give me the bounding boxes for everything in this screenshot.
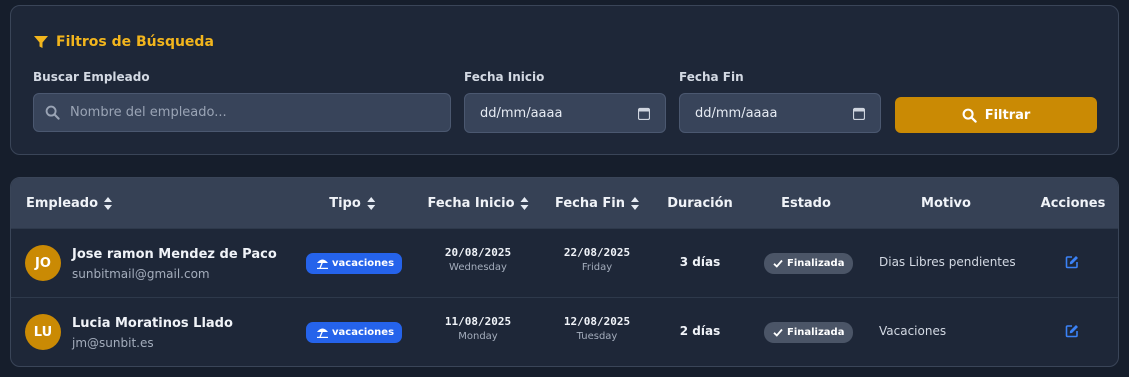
status-badge: Finalizada	[764, 253, 854, 274]
start-weekday: Monday	[458, 331, 498, 342]
table-header: Empleado Tipo Fecha Inicio Fecha Fin Dur…	[11, 178, 1118, 228]
end-date: 12/08/2025	[563, 315, 631, 328]
calendar-icon[interactable]	[638, 107, 650, 120]
end-date-input[interactable]: dd/mm/aaaa	[679, 93, 881, 133]
filter-title: Filtros de Búsqueda	[33, 34, 214, 50]
duration: 2 días	[679, 324, 721, 338]
end-date-cell: 12/08/2025 Tuesday	[542, 315, 652, 342]
table-row: JO Jose ramon Mendez de Paco sunbitmail@…	[11, 228, 1118, 297]
column-header-fecha-fin[interactable]: Fecha Fin	[554, 178, 640, 228]
status-badge: Finalizada	[764, 322, 854, 343]
duration: 3 días	[679, 255, 721, 269]
status-badge-label: Finalizada	[787, 258, 845, 269]
column-header-label: Acciones	[1040, 195, 1106, 211]
sort-icon[interactable]	[631, 196, 640, 210]
check-icon	[773, 259, 783, 268]
end-weekday: Friday	[581, 262, 613, 273]
reason: Vacaciones	[879, 324, 947, 338]
employee-email: sunbitmail@gmail.com	[72, 267, 210, 281]
start-date-value: dd/mm/aaaa	[480, 105, 563, 121]
filter-icon	[34, 36, 48, 48]
filter-title-text: Filtros de Búsqueda	[56, 34, 214, 50]
employee-name: Lucia Moratinos Llado	[72, 316, 233, 331]
start-date-cell: 20/08/2025 Wednesday	[423, 246, 533, 273]
column-header-label: Motivo	[921, 195, 971, 211]
beach-umbrella-icon	[317, 259, 328, 269]
column-header-label: Tipo	[329, 195, 361, 211]
check-icon	[773, 328, 783, 337]
column-header-label: Fecha Fin	[554, 195, 626, 211]
employee-email: jm@sunbit.es	[72, 336, 154, 350]
type-badge-label: vacaciones	[332, 327, 395, 338]
start-weekday: Wednesday	[449, 262, 507, 273]
avatar: JO	[25, 245, 61, 281]
type-badge: vacaciones	[306, 253, 403, 274]
start-date: 11/08/2025	[444, 315, 512, 328]
search-icon	[45, 105, 60, 120]
column-header-fecha-inicio[interactable]: Fecha Inicio	[427, 178, 529, 228]
filter-button[interactable]: Filtrar	[895, 97, 1097, 133]
column-header-motivo: Motivo	[921, 178, 971, 228]
sort-icon[interactable]	[104, 196, 113, 210]
column-header-duracion: Duración	[667, 178, 733, 228]
calendar-icon[interactable]	[853, 107, 865, 120]
type-badge-label: vacaciones	[332, 258, 395, 269]
sort-icon[interactable]	[366, 196, 375, 210]
end-date: 22/08/2025	[563, 246, 631, 259]
column-header-label: Duración	[667, 195, 733, 211]
vacations-table: Empleado Tipo Fecha Inicio Fecha Fin Dur…	[10, 177, 1119, 367]
column-header-label: Empleado	[26, 195, 99, 211]
end-weekday: Tuesday	[576, 331, 618, 342]
column-header-label: Estado	[781, 195, 831, 211]
table-row: LU Lucia Moratinos Llado jm@sunbit.es va…	[11, 297, 1118, 366]
column-header-label: Fecha Inicio	[427, 195, 515, 211]
start-date: 20/08/2025	[444, 246, 512, 259]
filter-panel: Filtros de Búsqueda Buscar Empleado Fech…	[10, 5, 1119, 155]
search-icon	[962, 108, 977, 123]
end-date-value: dd/mm/aaaa	[695, 105, 778, 121]
type-badge: vacaciones	[306, 322, 403, 343]
column-header-estado: Estado	[781, 178, 831, 228]
search-input[interactable]	[70, 105, 410, 120]
status-badge-label: Finalizada	[787, 327, 845, 338]
column-header-tipo[interactable]: Tipo	[329, 178, 375, 228]
start-date-cell: 11/08/2025 Monday	[423, 315, 533, 342]
end-date-cell: 22/08/2025 Friday	[542, 246, 652, 273]
start-date-label: Fecha Inicio	[464, 70, 545, 84]
column-header-empleado[interactable]: Empleado	[26, 178, 113, 228]
reason: Dias Libres pendientes	[879, 255, 1016, 269]
avatar: LU	[25, 314, 61, 350]
sort-icon[interactable]	[520, 196, 529, 210]
employee-name: Jose ramon Mendez de Paco	[72, 247, 277, 262]
column-header-acciones: Acciones	[1041, 178, 1106, 228]
beach-umbrella-icon	[317, 328, 328, 338]
edit-icon[interactable]	[1065, 255, 1079, 269]
start-date-input[interactable]: dd/mm/aaaa	[464, 93, 666, 133]
search-field[interactable]	[33, 93, 451, 132]
search-label: Buscar Empleado	[33, 70, 150, 84]
edit-icon[interactable]	[1065, 324, 1079, 338]
end-date-label: Fecha Fin	[679, 70, 744, 84]
filter-button-label: Filtrar	[984, 107, 1031, 123]
